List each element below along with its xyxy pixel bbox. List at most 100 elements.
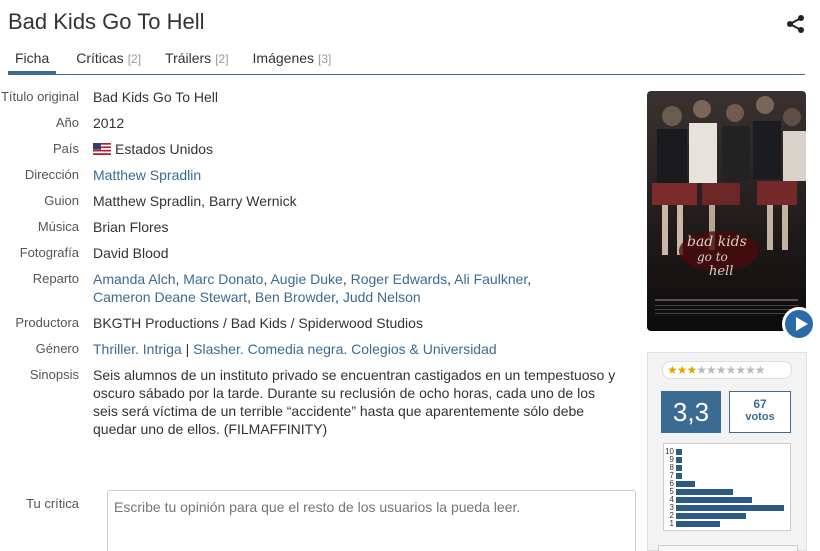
cast-link[interactable]: Amanda Alch (93, 271, 176, 287)
detail-label: Reparto (32, 271, 79, 286)
detail-row-reparto: Reparto Amanda Alch, Marc Donato, Augie … (0, 270, 640, 306)
detail-label: Año (55, 115, 79, 130)
detail-row-pais: País Estados Unidos (0, 140, 640, 158)
rating-histogram: 10 9 8 7 6 5 4 3 2 1 (663, 443, 791, 531)
detail-label: Productora (15, 315, 79, 330)
topic-link[interactable]: Colegios & Universidad (351, 341, 497, 357)
detail-label: País (52, 141, 79, 156)
movie-poster[interactable]: bad kids go to hell (647, 91, 806, 331)
detail-row-direccion: Dirección Matthew Spradlin (0, 166, 640, 184)
review-label: Tu crítica (26, 496, 79, 511)
detail-label: Título original (0, 89, 79, 104)
music-value: Brian Flores (93, 219, 169, 235)
histogram-row: 8 (664, 463, 682, 472)
review-textarea[interactable] (107, 490, 636, 551)
tab-label: Ficha (15, 50, 50, 66)
votes-number: 67 (753, 397, 767, 411)
page-title: Bad Kids Go To Hell (8, 9, 205, 34)
histogram-bar (676, 464, 682, 471)
cast-link[interactable]: Judd Nelson (343, 289, 421, 305)
country-value: Estados Unidos (115, 141, 214, 157)
movie-details: Título original Bad Kids Go To Hell Año … (0, 88, 640, 446)
detail-label: Género (35, 341, 79, 356)
detail-row-fotografia: Fotografía David Blood (0, 244, 640, 262)
histogram-label: 9 (669, 455, 674, 464)
votes-count[interactable]: 67 votos (729, 391, 791, 433)
cast-link[interactable]: Augie Duke (270, 271, 342, 287)
histogram-label: 6 (669, 479, 674, 488)
histogram-label: 1 (669, 519, 674, 528)
histogram-row: 7 (664, 471, 682, 480)
tab-trailers[interactable]: Tráilers [2] (165, 44, 229, 74)
detail-label: Dirección (24, 167, 79, 182)
star-icon: ★★★ (667, 363, 697, 377)
detail-label: Guion (44, 193, 79, 208)
detail-row-guion: Guion Matthew Spradlin, Barry Wernick (0, 192, 640, 210)
average-score: 3,3 (661, 391, 721, 433)
star-icon: ★★★★★★★ (696, 363, 765, 377)
tab-label: Imágenes (252, 50, 315, 66)
histogram-bar (676, 480, 695, 487)
genre-link[interactable]: Thriller (93, 341, 135, 357)
cast-link[interactable]: Ben Browder (255, 289, 335, 305)
histogram-bar (676, 456, 682, 463)
detail-row-genero: Género Thriller. Intriga | Slasher. Come… (0, 340, 640, 358)
tab-bar: Ficha Críticas [2] Tráilers [2] Imágenes [3… (8, 44, 805, 75)
svg-text:go to: go to (697, 250, 728, 264)
histogram-row: 5 (664, 487, 733, 496)
bottom-panel (658, 545, 798, 551)
detail-label: Fotografía (19, 245, 79, 260)
histogram-bar (676, 520, 720, 527)
screenplay-value: Matthew Spradlin, Barry Wernick (93, 193, 297, 209)
detail-label: Música (37, 219, 79, 234)
histogram-bar (676, 504, 784, 511)
detail-label: Sinopsis (29, 367, 79, 382)
detail-row-musica: Música Brian Flores (0, 218, 640, 236)
histogram-label: 5 (669, 487, 674, 496)
histogram-row: 2 (664, 512, 746, 520)
rating-panel: ★★★★★★★★★★ 3,3 67 votos 10 9 8 7 6 5 4 3 2 1 (647, 352, 807, 551)
topic-link[interactable]: Slasher (193, 341, 240, 357)
histogram-row: 3 (664, 503, 784, 512)
svg-text:bad kids: bad kids (687, 234, 747, 250)
photography-value: David Blood (93, 245, 169, 261)
tab-count: [3] (318, 52, 332, 66)
detail-row-titulo: Título original Bad Kids Go To Hell (0, 88, 640, 106)
star-rating: ★★★★★★★★★★ (662, 361, 792, 379)
us-flag-icon (93, 143, 111, 155)
review-row: Tu crítica (0, 496, 93, 511)
tab-ficha[interactable]: Ficha (8, 44, 57, 74)
topic-link[interactable]: Comedia negra (248, 341, 344, 357)
histogram-label: 10 (665, 447, 674, 456)
tab-label: Críticas (76, 50, 124, 66)
director-link[interactable]: Matthew Spradlin (93, 167, 201, 183)
tab-imagenes[interactable]: Imágenes [3] (253, 44, 332, 74)
year-value: 2012 (93, 115, 125, 131)
cast-link[interactable]: Marc Donato (183, 271, 263, 287)
tab-count: [2] (127, 52, 142, 66)
play-trailer-button[interactable] (782, 307, 816, 341)
histogram-bar (676, 512, 746, 519)
histogram-label: 7 (669, 471, 674, 480)
producer-value: BKGTH Productions / Bad Kids / Spiderwoo… (93, 315, 423, 331)
detail-row-sinopsis: Sinopsis Seis alumnos de un instituto pr… (0, 366, 640, 438)
cast-link[interactable]: Ali Faulkner (454, 271, 527, 287)
cast-link[interactable]: Roger Edwards (351, 271, 448, 287)
svg-text:hell: hell (709, 264, 733, 279)
tab-criticas[interactable]: Críticas [2] (76, 44, 141, 74)
detail-row-productora: Productora BKGTH Productions / Bad Kids … (0, 314, 640, 332)
histogram-row: 9 (664, 455, 682, 464)
histogram-bar (676, 448, 682, 455)
histogram-label: 3 (669, 503, 674, 512)
share-icon[interactable] (786, 14, 806, 34)
original-title-value: Bad Kids Go To Hell (93, 89, 219, 105)
histogram-bar (676, 496, 752, 503)
genre-separator: | (185, 341, 190, 357)
cast-link[interactable]: Cameron Deane Stewart (93, 289, 247, 305)
histogram-label: 8 (669, 463, 674, 472)
tab-label: Tráilers (165, 50, 212, 66)
detail-row-anio: Año 2012 (0, 114, 640, 132)
cast-list: Amanda Alch, Marc Donato, Augie Duke, Ro… (93, 271, 532, 305)
genre-link[interactable]: Intriga (143, 341, 182, 357)
histogram-label: 4 (669, 495, 674, 504)
